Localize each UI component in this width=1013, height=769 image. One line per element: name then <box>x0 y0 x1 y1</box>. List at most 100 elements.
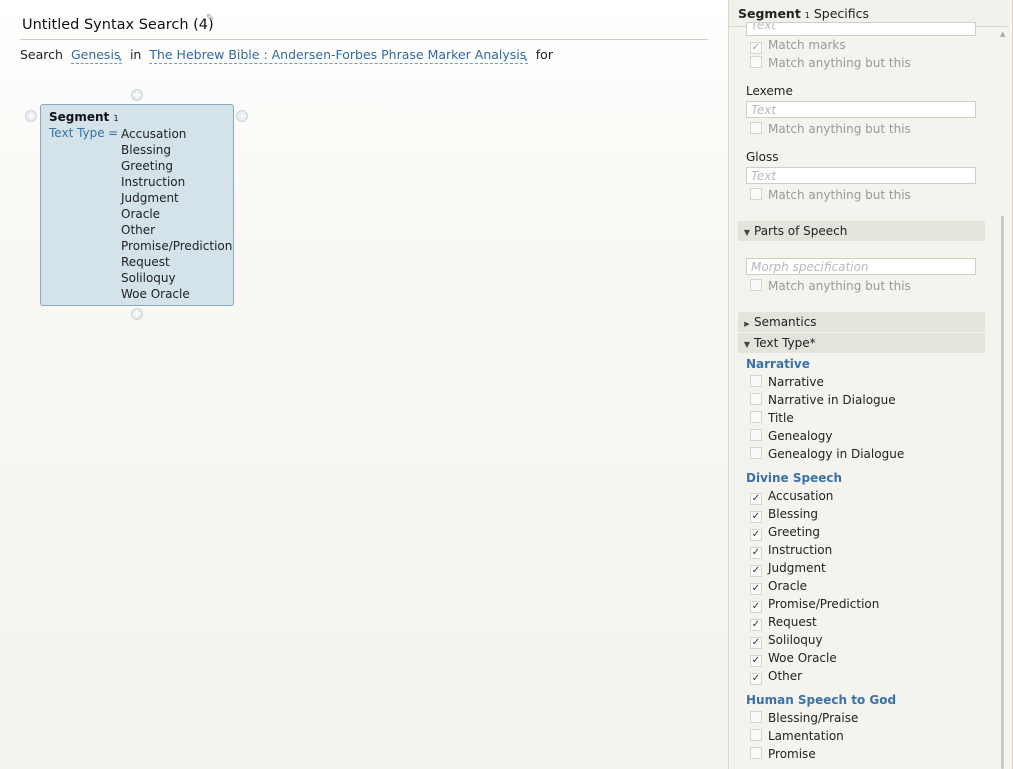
search-query-line: Search Genesis▾ in The Hebrew Bible : An… <box>20 47 553 64</box>
scroll-thumb[interactable] <box>1001 216 1004 769</box>
checkbox-icon <box>750 56 762 68</box>
divine-checkbox[interactable]: ✓ Other <box>750 668 803 685</box>
divine-checkbox[interactable]: ✓ Oracle <box>750 578 808 595</box>
check-icon: ✓ <box>750 547 762 559</box>
divine-checkbox[interactable]: ✓ Blessing <box>750 506 818 523</box>
specifics-panel: Segment 1 Specifics Text ✓ Match marks Ma… <box>728 0 1013 769</box>
match-anything-checkbox[interactable]: Match anything but this <box>750 187 911 203</box>
checkbox-label: Lamentation <box>768 729 844 743</box>
parts-of-speech-header[interactable]: ▼ Parts of Speech <box>738 221 985 241</box>
segment-value: Request <box>121 255 170 269</box>
checkbox-icon <box>750 188 762 200</box>
search-title[interactable]: Untitled Syntax Search (4) <box>22 17 214 33</box>
checkbox-icon <box>750 411 762 423</box>
check-icon: ✓ <box>750 655 762 667</box>
checkbox-label: Accusation <box>768 489 834 503</box>
checkbox-label: Oracle <box>768 579 808 593</box>
divine-checkbox[interactable]: ✓ Promise/Prediction <box>750 596 879 613</box>
add-right-plus-icon[interactable]: + <box>236 110 248 122</box>
checkbox-label: Judgment <box>768 561 826 575</box>
check-icon: ✓ <box>750 601 762 613</box>
divine-checkbox[interactable]: ✓ Woe Oracle <box>750 650 837 667</box>
segment-title: Segment 1 <box>49 110 119 124</box>
panel-title: Segment 1 Specifics <box>738 6 869 21</box>
narrative-checkbox[interactable]: Narrative in Dialogue <box>750 392 896 408</box>
human-checkbox[interactable]: Blessing/Praise <box>750 710 858 726</box>
segment-value: Oracle <box>121 207 161 221</box>
narrative-checkbox[interactable]: Title <box>750 410 794 426</box>
human-checkbox[interactable]: Promise <box>750 746 816 762</box>
narrative-checkbox[interactable]: Narrative <box>750 374 824 390</box>
check-icon: ✓ <box>750 493 762 505</box>
segment-node[interactable]: Segment 1 Text Type = Accusation Blessin… <box>40 104 234 306</box>
semantics-header[interactable]: ▶ Semantics <box>738 312 985 332</box>
triangle-right-icon: ▶ <box>744 320 750 328</box>
add-below-plus-icon[interactable]: + <box>131 308 143 320</box>
search-editor-pane: Untitled Syntax Search (4) ✎ Search Gene… <box>0 0 728 769</box>
triangle-down-icon: ▼ <box>743 340 751 349</box>
checkbox-icon <box>750 393 762 405</box>
text-type-header[interactable]: ▼ Text Type* <box>738 333 985 353</box>
match-anything-checkbox[interactable]: Match anything but this <box>750 278 911 294</box>
section-title: Semantics <box>754 315 817 329</box>
checkbox-label: Request <box>768 615 817 629</box>
human-checkbox[interactable]: Lamentation <box>750 728 844 744</box>
section-title: Parts of Speech <box>754 224 848 238</box>
divine-checkbox[interactable]: ✓ Soliloquy <box>750 632 823 649</box>
segment-value: Greeting <box>121 159 173 173</box>
human-speech-group-title: Human Speech to God <box>746 693 897 707</box>
divine-checkbox[interactable]: ✓ Judgment <box>750 560 826 577</box>
checkbox-label: Narrative <box>768 375 824 389</box>
segment-value: Promise/Prediction <box>121 239 233 253</box>
checkbox-label: Genealogy in Dialogue <box>768 447 905 461</box>
check-icon: ✓ <box>750 619 762 631</box>
checkbox-label: Other <box>768 669 803 683</box>
narrative-group-title: Narrative <box>746 357 810 371</box>
checkbox-icon <box>750 729 762 741</box>
lexeme-label: Lexeme <box>746 84 793 98</box>
segment-attribute: Text Type <box>49 126 105 140</box>
gloss-input[interactable]: Text <box>746 167 976 184</box>
lexeme-input[interactable]: Text <box>746 101 976 118</box>
checkbox-icon <box>750 279 762 291</box>
add-left-plus-icon[interactable]: + <box>25 110 37 122</box>
segment-value: Other <box>121 223 156 237</box>
divine-checkbox[interactable]: ✓ Greeting <box>750 524 820 541</box>
match-marks-label: Match marks <box>768 38 846 52</box>
checkbox-icon <box>750 122 762 134</box>
morph-spec-input[interactable]: Morph specification <box>746 258 976 275</box>
segment-value: Accusation <box>121 127 187 141</box>
checkbox-label: Blessing/Praise <box>768 711 859 725</box>
checkbox-icon <box>750 711 762 723</box>
segment-value: Woe Oracle <box>121 287 190 301</box>
segment-value: Soliloquy <box>121 271 176 285</box>
narrative-checkbox[interactable]: Genealogy in Dialogue <box>750 446 904 462</box>
panel-title-sub: 1 <box>804 11 810 20</box>
checkbox-label: Narrative in Dialogue <box>768 393 896 407</box>
divine-checkbox[interactable]: ✓ Request <box>750 614 817 631</box>
for-word: for <box>535 47 553 62</box>
clipped-text-field[interactable]: Text <box>746 22 976 36</box>
checkbox-icon <box>750 447 762 459</box>
check-icon: ✓ <box>750 583 762 595</box>
edit-title-icon[interactable]: ✎ <box>206 13 214 24</box>
checkbox-label: Greeting <box>768 525 820 539</box>
match-anything-checkbox[interactable]: Match anything but this <box>750 55 911 71</box>
panel-title-rest: Specifics <box>813 6 870 21</box>
add-above-plus-icon[interactable]: + <box>131 89 143 101</box>
narrative-checkbox[interactable]: Genealogy <box>750 428 832 444</box>
resource-dropdown[interactable]: The Hebrew Bible : Andersen-Forbes Phras… <box>149 47 528 64</box>
triangle-down-icon: ▼ <box>743 228 751 237</box>
divine-checkbox[interactable]: ✓ Instruction <box>750 542 832 559</box>
panel-scrollbar[interactable]: ▲ <box>999 28 1009 769</box>
checkbox-label: Genealogy <box>768 429 833 443</box>
match-anything-label: Match anything but this <box>768 56 911 70</box>
scope-dropdown[interactable]: Genesis▾ <box>70 47 122 64</box>
scroll-up-icon[interactable]: ▲ <box>1000 30 1005 38</box>
match-anything-label: Match anything but this <box>768 188 911 202</box>
checkbox-icon <box>750 375 762 387</box>
match-anything-checkbox[interactable]: Match anything but this <box>750 121 911 137</box>
divine-checkbox[interactable]: ✓ Accusation <box>750 488 834 505</box>
match-marks-checkbox-row[interactable]: ✓ Match marks <box>750 37 846 54</box>
resource-dropdown-arrow-icon: ▾ <box>524 56 528 64</box>
